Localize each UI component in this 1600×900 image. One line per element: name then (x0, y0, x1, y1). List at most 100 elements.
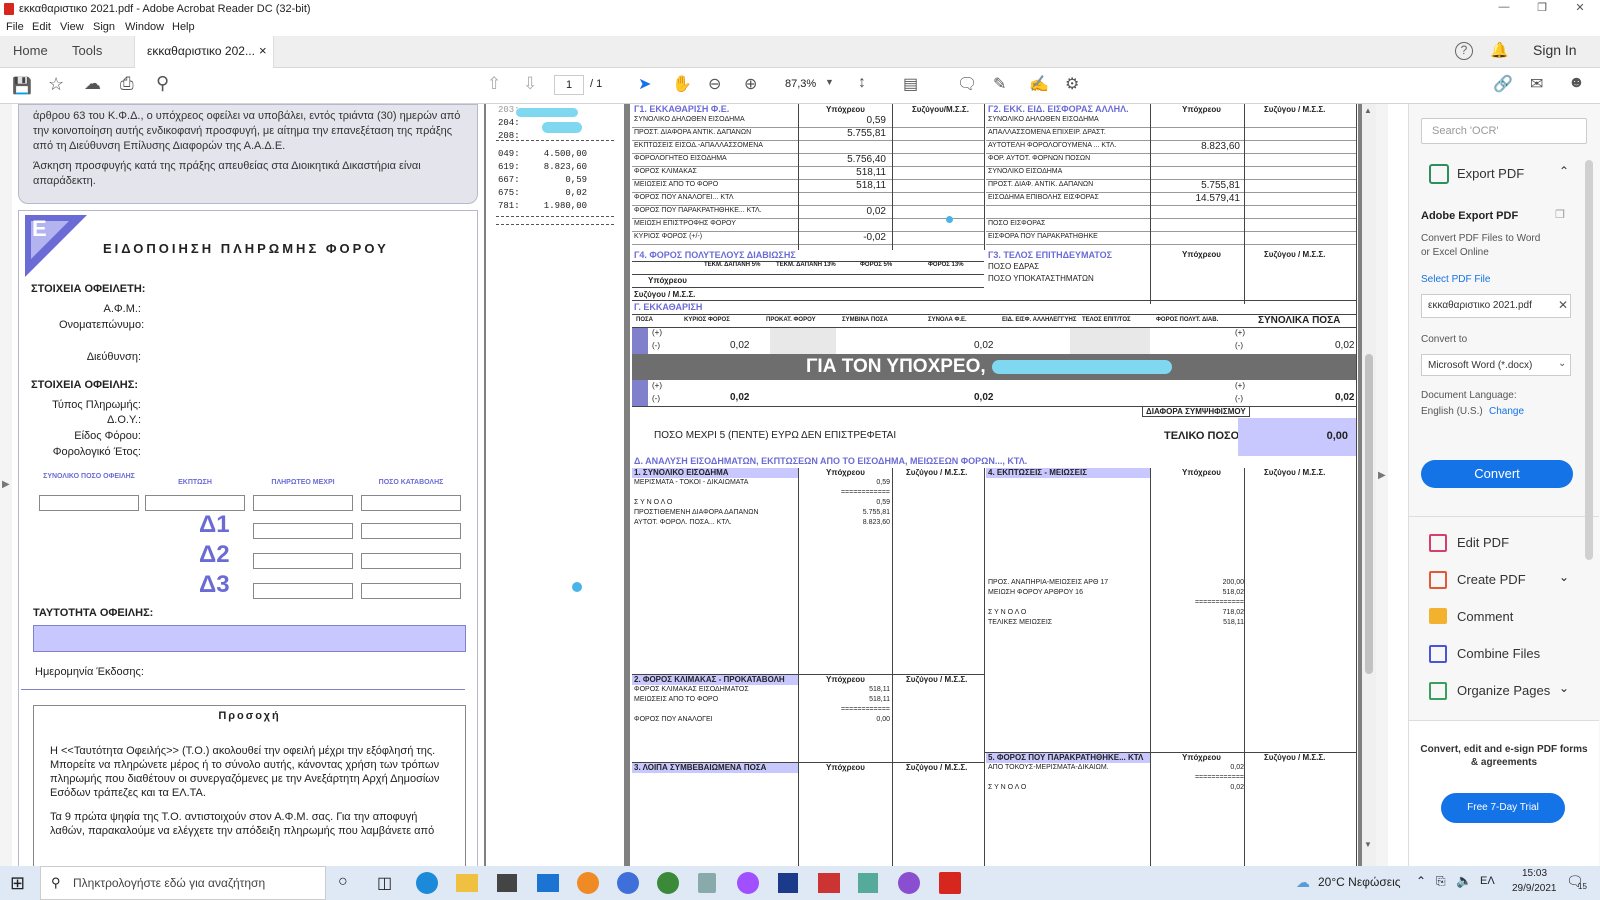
scroll-up-icon[interactable]: ▲ (1364, 106, 1372, 115)
tax-year-label: Φορολογικό Έτος: (52, 446, 141, 458)
document-viewport[interactable]: άρθρου 63 του Κ.Φ.Δ., ο υπόχρεος οφείλει… (12, 104, 1388, 866)
change-lang-link[interactable]: Change (1489, 406, 1524, 417)
panel-scrollbar[interactable] (1585, 160, 1593, 560)
g4-col-2: ΤΕΚΜ. ΔΑΠΑΝΗ 13% (776, 262, 836, 268)
network-icon[interactable]: ⎘ (1436, 874, 1446, 889)
edge-icon[interactable] (416, 872, 438, 894)
restore-icon[interactable]: ❐ (1532, 1, 1552, 14)
tab-tools[interactable]: Tools (72, 43, 102, 58)
page-number-input[interactable]: 1 (554, 75, 584, 95)
tab-document[interactable]: εκκαθαριστικο 202... × (134, 36, 274, 68)
app-icon[interactable] (778, 873, 798, 893)
menu-help[interactable]: Help (172, 21, 195, 33)
save-icon[interactable]: 💾 (12, 76, 32, 96)
tool-organize-pages[interactable]: Organize Pages (1457, 683, 1550, 698)
firefox-icon[interactable] (577, 872, 599, 894)
help-icon[interactable]: ? (1455, 42, 1473, 60)
close-window-icon[interactable]: ✕ (1570, 1, 1590, 14)
copy-icon[interactable]: ❐ (1555, 208, 1565, 221)
clock-time[interactable]: 15:03 (1522, 868, 1547, 879)
free-trial-button[interactable]: Free 7-Day Trial (1441, 793, 1565, 823)
chrome-icon[interactable] (617, 872, 639, 894)
tool-combine-files[interactable]: Combine Files (1457, 646, 1540, 661)
zoom-search-icon[interactable]: ⚲ (156, 73, 169, 94)
viber-icon[interactable] (898, 872, 920, 894)
chevron-down-icon[interactable]: ⌄ (1559, 681, 1569, 695)
g-col-5: ΕΙΔ. ΕΙΣΦ. ΑΛΛΗΛΕΓΓΥΗΣ (1002, 317, 1077, 323)
remove-file-icon[interactable]: ✕ (1558, 298, 1568, 312)
d1-row-value: 0,59 (876, 479, 890, 486)
menu-file[interactable]: File (6, 21, 24, 33)
account-icon[interactable]: ☻ (1568, 74, 1585, 92)
windows-start-icon[interactable]: ⊞ (10, 873, 25, 894)
scrollbar-thumb[interactable] (1365, 354, 1373, 674)
scroll-down-icon[interactable]: ▼ (1364, 840, 1372, 849)
collapse-right-icon[interactable]: ▶ (1378, 470, 1386, 481)
chevron-up-icon[interactable]: ⌃ (1559, 164, 1569, 178)
tool-search-input[interactable]: Search 'OCR' (1421, 118, 1587, 144)
export-pdf-label[interactable]: Export PDF (1457, 166, 1524, 181)
g1-row: ΚΥΡΙΟΣ ΦΟΡΟΣ (+/-) -0,02 (632, 232, 984, 245)
menu-sign[interactable]: Sign (93, 21, 115, 33)
format-select[interactable]: Microsoft Word (*.docx) ⌄ (1421, 354, 1571, 376)
mail-app-icon[interactable] (537, 874, 559, 892)
mail-icon[interactable]: ✉ (1530, 74, 1543, 94)
weather-text[interactable]: 20°C Νεφώσεις (1318, 875, 1401, 889)
calculator-icon[interactable] (698, 873, 716, 893)
d1-row-label: ΜΕΡΙΣΜΑΤΑ - ΤΟΚΟΙ - ΔΙΚΑΙΩΜΑΤΑ (634, 479, 749, 486)
prev-page-icon[interactable]: ⇧ (487, 74, 501, 94)
zoom-level[interactable]: 87,3% (785, 78, 816, 90)
pen-icon[interactable]: ✎ (993, 74, 1006, 94)
page-right: Γ1. ΕΚΚΑΘΑΡΙΣΗ Φ.Ε. Υπόχρεου Συζύγου/Μ.Σ… (630, 104, 1358, 866)
zoom-out-icon[interactable]: ⊖ (708, 74, 721, 94)
convert-button[interactable]: Convert (1421, 460, 1573, 488)
tab-home[interactable]: Home (13, 43, 48, 58)
messenger-icon[interactable] (737, 872, 759, 894)
app-icon[interactable] (657, 872, 679, 894)
stamp-icon[interactable]: ⚙ (1065, 74, 1079, 94)
zoom-in-icon[interactable]: ⊕ (744, 74, 757, 94)
select-cursor-icon[interactable]: ➤ (638, 74, 651, 94)
next-page-icon[interactable]: ⇩ (523, 74, 537, 94)
store-icon[interactable] (497, 874, 517, 892)
g2-row: ΑΠΑΛΛΑΣΣΟΜΕΝΑ ΕΠΙΧΕΙΡ. ΔΡΑΣΤ. (986, 128, 1356, 141)
close-tab-icon[interactable]: × (259, 43, 267, 58)
comment-icon[interactable]: 🗨 (957, 74, 977, 94)
expand-left-icon[interactable]: ▶ (2, 479, 10, 490)
cortana-icon[interactable]: ○ (338, 873, 348, 891)
menu-edit[interactable]: Edit (32, 21, 51, 33)
tool-edit-pdf[interactable]: Edit PDF (1457, 535, 1509, 550)
taskbar-search-input[interactable]: ⚲ Πληκτρολογήστε εδώ για αναζήτηση (40, 866, 326, 900)
task-view-icon[interactable]: ◫ (377, 873, 392, 893)
bell-icon[interactable]: 🔔 (1490, 41, 1509, 59)
sign-icon[interactable]: ✍ (1029, 74, 1049, 94)
star-icon[interactable]: ☆ (48, 74, 64, 95)
input-language[interactable]: ΕΛ (1480, 875, 1495, 887)
acrobat-taskbar-icon[interactable] (939, 872, 961, 894)
sign-in-link[interactable]: Sign In (1533, 42, 1577, 58)
minimize-icon[interactable]: — (1494, 1, 1514, 13)
vertical-scrollbar[interactable]: ▲ ▼ (1362, 104, 1376, 866)
hand-tool-icon[interactable]: ✋ (672, 74, 692, 94)
zoom-dropdown-icon[interactable]: ▼ (825, 77, 834, 87)
file-explorer-icon[interactable] (456, 874, 478, 892)
menu-view[interactable]: View (60, 21, 84, 33)
app-icon[interactable] (818, 873, 840, 893)
share-link-icon[interactable]: 🔗 (1493, 74, 1513, 94)
select-file-link[interactable]: Select PDF File (1421, 274, 1490, 285)
scroll-mode-icon[interactable]: ▤ (903, 74, 918, 94)
tool-create-pdf[interactable]: Create PDF (1457, 572, 1526, 587)
app-icon[interactable] (858, 873, 878, 893)
clock-date[interactable]: 29/9/2021 (1512, 883, 1557, 894)
selected-file-field[interactable]: εκκαθαριστικο 2021.pdf ✕ (1421, 294, 1571, 318)
tray-chevron-icon[interactable]: ⌃ (1416, 874, 1426, 888)
chevron-down-icon[interactable]: ⌄ (1559, 570, 1569, 584)
print-icon[interactable]: ⎙ (120, 74, 134, 94)
notification-count: 15 (1578, 882, 1587, 891)
volume-icon[interactable]: 🔈 (1456, 873, 1472, 889)
upload-cloud-icon[interactable]: ☁ (84, 74, 101, 94)
fit-page-icon[interactable]: ↕ (858, 74, 866, 92)
d5-row: Σ Υ Ν Ο Λ Ο 0,02 (986, 783, 1246, 793)
menu-window[interactable]: Window (125, 21, 164, 33)
tool-comment[interactable]: Comment (1457, 609, 1513, 624)
